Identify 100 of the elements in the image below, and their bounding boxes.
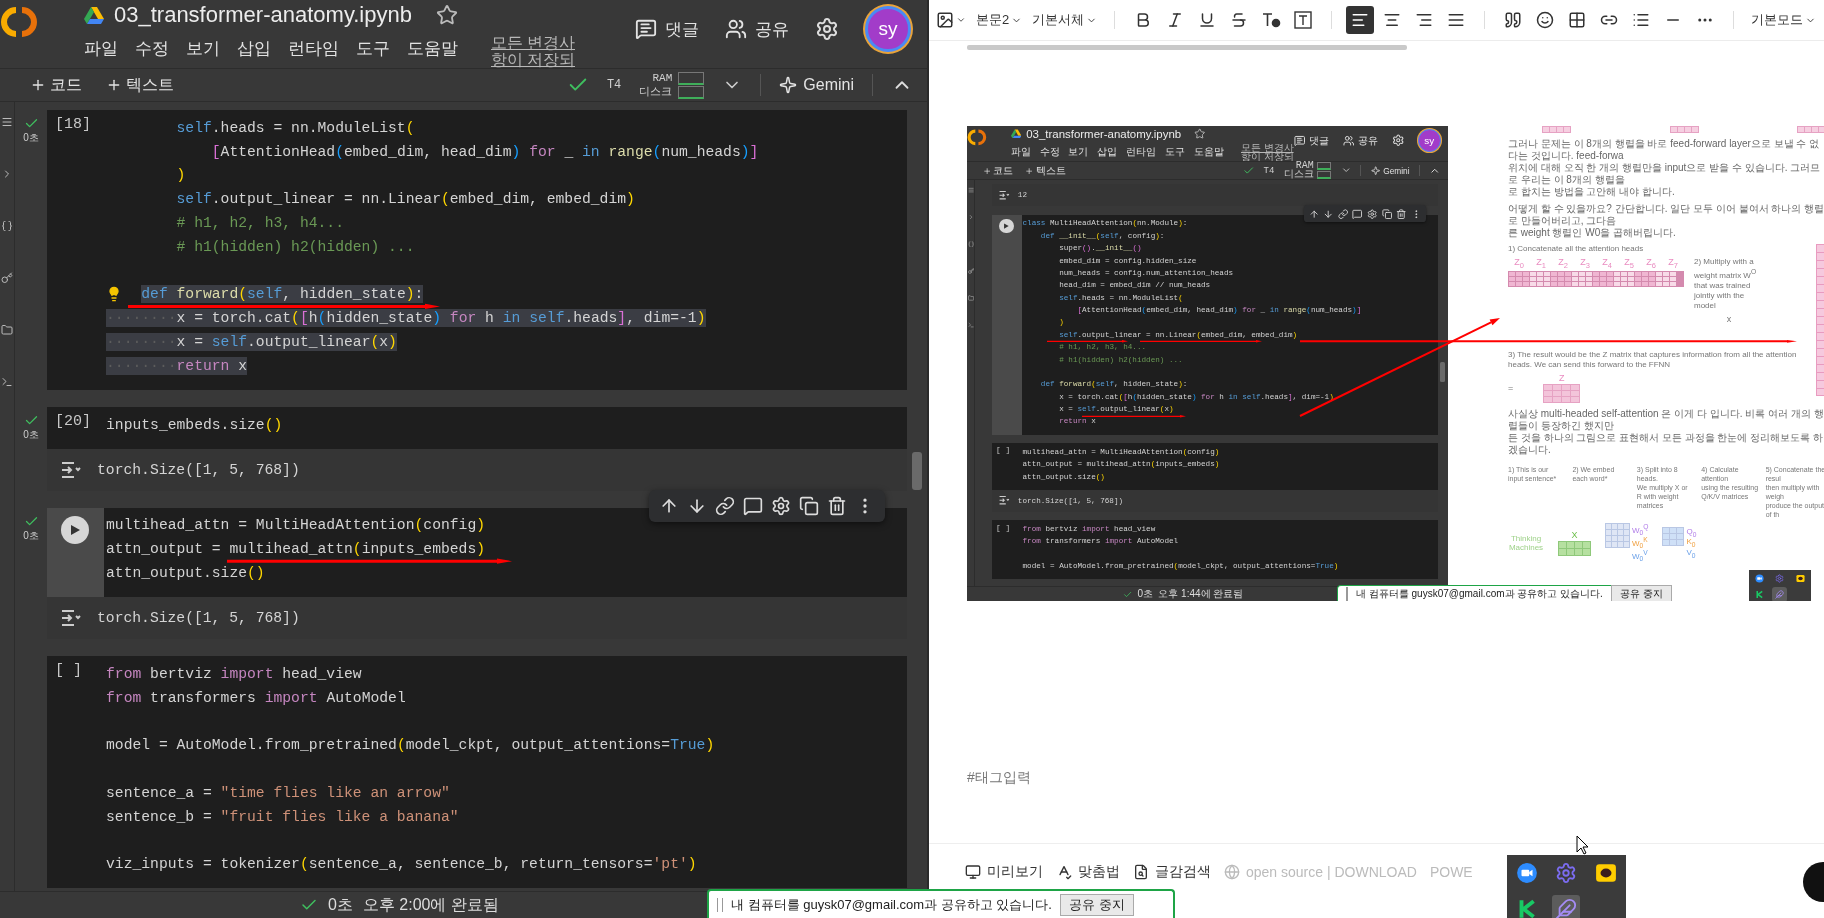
matrix-label: Z$_{4}$ <box>1601 257 1613 270</box>
align-left-icon[interactable] <box>1346 6 1375 34</box>
run-cell-button[interactable] <box>999 218 1014 234</box>
menu-item[interactable]: 파일 <box>1010 143 1031 160</box>
matrix-drawing <box>1558 540 1591 556</box>
tag-input-field[interactable]: #태그입력 <box>967 769 1267 785</box>
matrix-drawing <box>1543 383 1581 403</box>
code-cell[interactable]: [20] inputs_embeds.size() <box>47 406 907 449</box>
notebook-title[interactable]: 03_transformer-anatomy.ipynb <box>114 2 412 28</box>
link-icon[interactable] <box>1337 208 1349 219</box>
comment-button[interactable]: 댓글 <box>1293 133 1330 148</box>
menu-item[interactable]: 삽입 <box>237 34 271 60</box>
add-cell-button[interactable]: 텍스트 <box>1023 163 1068 178</box>
menu-item[interactable]: 삽입 <box>1097 143 1118 160</box>
avatar[interactable]: sy <box>865 6 911 52</box>
move-down-icon[interactable] <box>1323 208 1334 219</box>
comment-icon <box>1293 134 1305 147</box>
delete-icon[interactable] <box>1396 208 1407 219</box>
notebook-title[interactable]: 03_transformer-anatomy.ipynb <box>1026 127 1182 140</box>
folder-icon[interactable] <box>1 324 13 336</box>
code-cell[interactable] <box>47 655 907 889</box>
menu-item[interactable]: 도움말 <box>1193 143 1224 160</box>
settings-icon[interactable] <box>815 17 839 41</box>
matrix-drawing <box>1662 526 1685 546</box>
delete-icon[interactable] <box>827 495 847 516</box>
output-text: torch.Size([1, 5, 768]) <box>97 609 300 626</box>
runtime-label[interactable]: T4 <box>606 78 622 92</box>
footer-button[interactable]: 맞춤법 <box>1056 863 1120 881</box>
button-label: 기본모드 <box>1751 11 1804 29</box>
chevron-icon[interactable] <box>967 214 974 221</box>
comment-icon[interactable] <box>743 495 763 516</box>
copy-icon[interactable] <box>1381 208 1392 219</box>
comment-button[interactable]: 댓글 <box>635 17 699 41</box>
share-button[interactable]: 공유 <box>1342 133 1379 148</box>
avatar[interactable]: sy <box>1417 129 1441 152</box>
braces-icon[interactable] <box>1 220 13 232</box>
comment-icon <box>635 18 657 40</box>
dropdown-button[interactable]: 기본서체 <box>1029 6 1101 34</box>
drive-icon <box>84 6 104 24</box>
footer-button[interactable]: 글감검색 <box>1133 863 1211 881</box>
footer-button[interactable]: 미리보기 <box>965 863 1043 881</box>
feather-icon[interactable] <box>1552 895 1581 918</box>
code-cell[interactable]: multihead_attn = MultiHeadAttention(config) attn_output = multihead_attn(inputs_embeds) attn_output.size() <box>47 507 907 597</box>
settings-icon[interactable] <box>1391 134 1405 147</box>
matrix-drawing <box>1669 126 1699 133</box>
key-icon[interactable] <box>967 268 974 275</box>
share-button[interactable]: 공유 <box>725 17 789 41</box>
feather-icon[interactable] <box>1772 586 1788 601</box>
lightbulb-icon[interactable] <box>106 286 122 303</box>
menu-item[interactable]: 보기 <box>1068 143 1089 160</box>
paragraph-line: 사실상 multi-headed self-attention 은 이게 다 입니다. 비록 여러 개의 행렬들이 등장하긴 했지만 <box>1508 407 1824 432</box>
code-cell[interactable] <box>991 214 1438 435</box>
menu-item[interactable]: 도구 <box>356 34 390 60</box>
grip-icon[interactable] <box>717 897 723 912</box>
menu-icon[interactable] <box>1 116 13 128</box>
dropdown-button[interactable]: 기본모드 <box>1748 6 1820 34</box>
add-cell-button[interactable]: 텍스트 <box>102 74 178 96</box>
mouse-cursor-icon <box>1576 835 1590 855</box>
code-line: attn_output.size() <box>106 564 265 583</box>
matrix-label: Z$_{2}$ <box>1557 257 1569 270</box>
gemini-button[interactable]: Gemini <box>779 76 854 94</box>
menu-item[interactable]: 런타임 <box>288 34 339 60</box>
output-icon[interactable] <box>998 188 1011 202</box>
code-line: multihead_attn = MultiHeadAttention(config) <box>106 516 486 535</box>
output-icon[interactable] <box>998 494 1011 507</box>
copy-icon[interactable] <box>799 495 819 516</box>
menu-item[interactable]: 런타임 <box>1126 143 1156 160</box>
stop-sharing-button[interactable]: 공유 중지 <box>1610 584 1672 601</box>
sentence-label: Thinking Machines <box>1508 533 1544 552</box>
settings-icon[interactable] <box>1366 208 1378 219</box>
save-status-link[interactable]: 모든 변경사 항이 저장되 <box>1240 143 1294 162</box>
menu-item[interactable]: 수정 <box>1039 143 1060 160</box>
gemini-button[interactable]: Gemini <box>1370 165 1410 176</box>
dropdown-button[interactable]: 본문2 <box>973 6 1026 34</box>
star-icon[interactable] <box>1193 128 1206 140</box>
add-cell-button[interactable]: 코드 <box>980 163 1016 178</box>
star-icon[interactable] <box>435 4 458 26</box>
monitor-icon <box>965 864 981 880</box>
runtime-label[interactable]: T4 <box>1263 165 1275 176</box>
button-label: 텍스트 <box>1035 163 1066 178</box>
key-icon[interactable] <box>1 272 13 284</box>
execution-count: [ ] <box>55 661 82 679</box>
code-cell[interactable] <box>47 110 907 390</box>
link-icon[interactable] <box>715 495 735 516</box>
menu-item[interactable]: 도구 <box>1164 143 1185 160</box>
comment-icon[interactable] <box>1352 208 1363 219</box>
menu-item[interactable]: 보기 <box>186 34 220 60</box>
step-caption: 2) Multiply with a weight matrix W$^{O}$ that was trained jointly with the model <box>1694 257 1758 311</box>
matrix-label: Z$_{5}$ <box>1623 257 1635 270</box>
folder-icon[interactable] <box>967 295 974 302</box>
menu-item[interactable]: 도움말 <box>407 34 458 60</box>
settings-icon[interactable] <box>771 495 791 516</box>
disk-label: 디스크 <box>1283 171 1314 179</box>
run-cell-button[interactable] <box>61 515 89 544</box>
menu-item[interactable]: 파일 <box>84 34 118 60</box>
stop-sharing-button[interactable]: 공유 중지 <box>1059 893 1134 916</box>
move-up-icon[interactable] <box>1308 208 1320 219</box>
terminal-icon[interactable] <box>1 376 13 388</box>
add-cell-button[interactable]: 코드 <box>26 74 86 96</box>
menu-item[interactable]: 수정 <box>135 34 169 60</box>
